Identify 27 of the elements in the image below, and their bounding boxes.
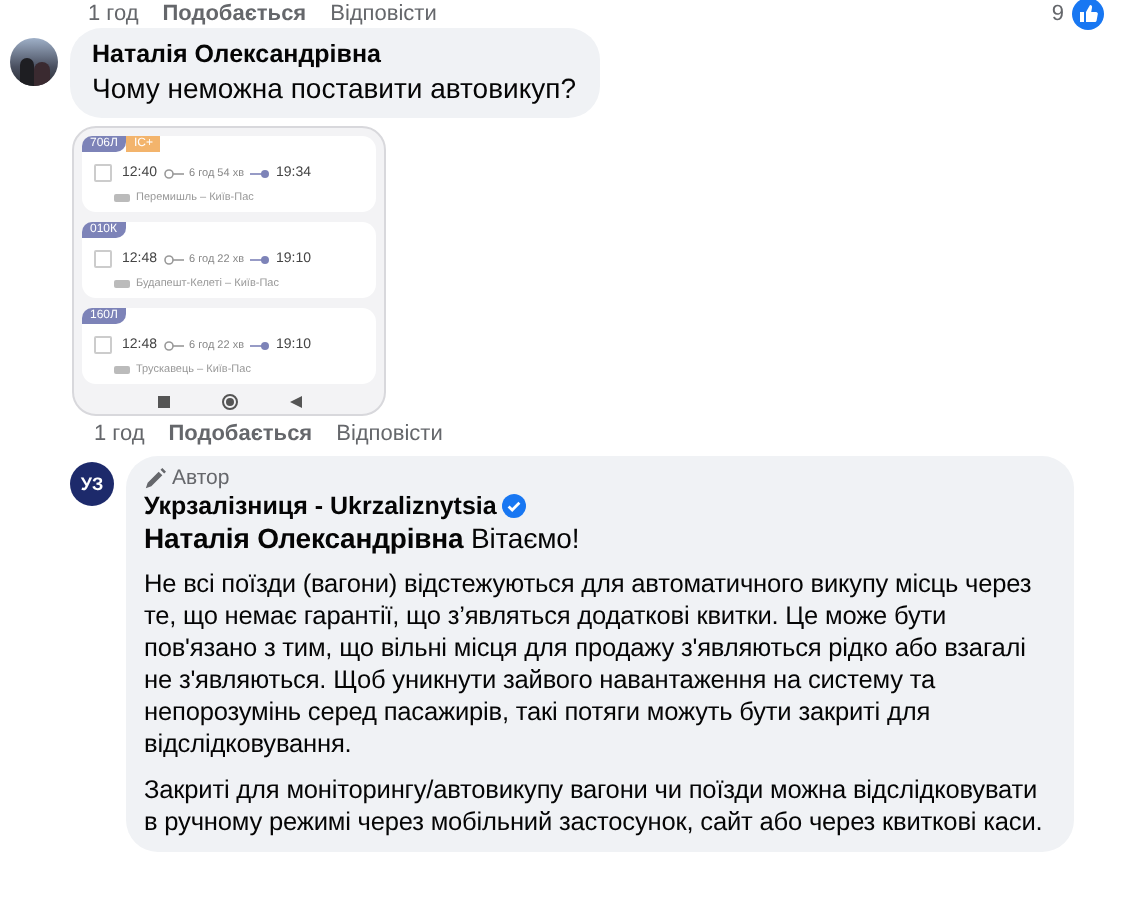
timestamp: 1 год (88, 2, 139, 26)
route-line-icon (163, 167, 184, 179)
route-line-icon (163, 253, 184, 265)
like-link[interactable]: Подобається (168, 422, 313, 446)
author-name[interactable]: Наталія Олександрівна (92, 40, 576, 68)
reply-link[interactable]: Відповісти (330, 2, 437, 26)
avatar[interactable]: УЗ (70, 462, 114, 506)
comment-text: Наталія Олександрівна Вітаємо! (144, 522, 582, 554)
like-link[interactable]: Подобається (162, 2, 307, 26)
comment-text: Не всі поїзди (вагони) відстежуються для автоматичного викупу місць через те, що немає гарантії, що з’являться додаткові квитки. Це може бути пов'язано з тим, що вільні місця для продажу з'являються рідко або взагалі не з'являються. Щоб уникнути зайвого навантаження на систему та непорозумінь серед пасажирів, такі потяги можуть бути закриті для відслідковування. (144, 568, 1034, 760)
route-line-icon (250, 167, 270, 179)
avatar[interactable] (10, 38, 58, 86)
comment-text: Закриті для моніторингу/автовикупу вагони чи поїзди можна відслідковувати в ручному режимі через мобільний застосунок, сайт або через квиткові каси. (144, 774, 1045, 838)
author-name[interactable]: Укрзалізниця - Ukrzaliznytsia (144, 492, 497, 520)
timestamp: 1 год (94, 422, 145, 446)
stop-icon (157, 396, 169, 408)
comment-text: Чому неможна поставити автовикуп? (92, 72, 576, 104)
route-line-icon (250, 253, 270, 265)
reply-link[interactable]: Відповісти (336, 422, 443, 446)
route-line-icon (250, 339, 270, 351)
reaction-count: 9 (1051, 2, 1064, 26)
route-line-icon (163, 339, 184, 351)
like-reaction-icon (1072, 0, 1104, 30)
back-icon (289, 396, 301, 408)
pencil-icon (144, 467, 166, 489)
author-label: Автор (172, 466, 230, 490)
home-icon (221, 394, 237, 410)
